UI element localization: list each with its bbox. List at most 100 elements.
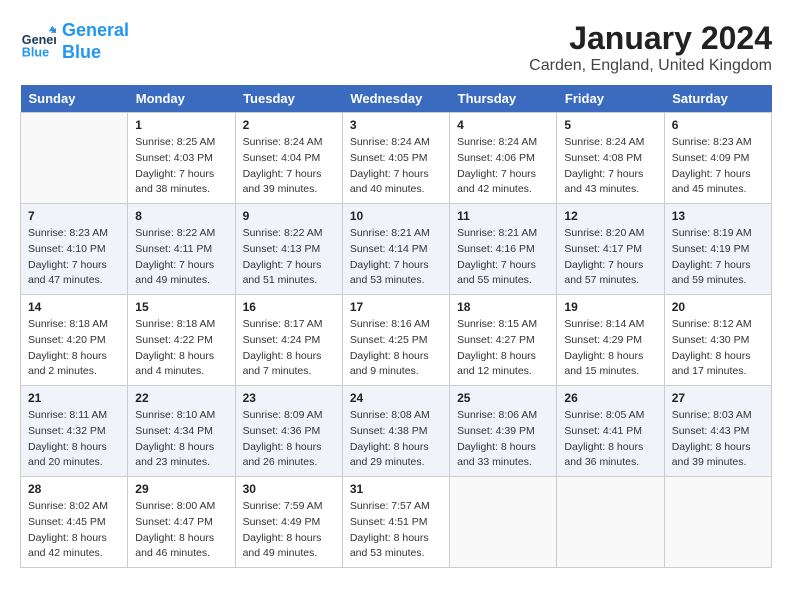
calendar-cell: 4Sunrise: 8:24 AMSunset: 4:06 PMDaylight… xyxy=(450,113,557,204)
calendar-cell: 12 Sunrise: 8:20 AMSunset: 4:17 PMDayligh… xyxy=(557,204,664,295)
day-info: Sunrise: 8:08 AMSunset: 4:38 PMDaylight:… xyxy=(350,408,442,471)
logo: General Blue General Blue xyxy=(20,20,129,63)
day-number: 14 xyxy=(28,300,120,314)
calendar-cell: 2 Sunrise: 8:24 AMSunset: 4:04 PMDaylight… xyxy=(235,113,342,204)
weekday-header-monday: Monday xyxy=(128,85,235,113)
day-info: Sunrise: 8:02 AMSunset: 4:45 PMDaylight:… xyxy=(28,499,120,562)
day-number: 13 xyxy=(672,209,764,223)
day-number: 21 xyxy=(28,391,120,405)
day-number: 9 xyxy=(243,209,335,223)
calendar-week-row: 14 Sunrise: 8:18 AMSunset: 4:20 PMDayligh… xyxy=(21,295,772,386)
calendar-cell: 11 Sunrise: 8:21 AMSunset: 4:16 PMDayligh… xyxy=(450,204,557,295)
day-info: Sunrise: 8:19 AMSunset: 4:19 PMDaylight:… xyxy=(672,226,764,289)
logo-text: General xyxy=(62,20,129,42)
day-info: Sunrise: 8:14 AMSunset: 4:29 PMDaylight:… xyxy=(564,317,656,380)
calendar-cell: 10 Sunrise: 8:21 AMSunset: 4:14 PMDayligh… xyxy=(342,204,449,295)
day-number: 5 xyxy=(564,118,656,132)
day-info: Sunrise: 8:24 AMSunset: 4:04 PMDaylight:… xyxy=(243,135,335,198)
calendar-cell xyxy=(21,113,128,204)
weekday-header-saturday: Saturday xyxy=(664,85,771,113)
calendar-cell: 6Sunrise: 8:23 AMSunset: 4:09 PMDaylight… xyxy=(664,113,771,204)
day-info: Sunrise: 8:12 AMSunset: 4:30 PMDaylight:… xyxy=(672,317,764,380)
svg-text:Blue: Blue xyxy=(22,45,49,59)
calendar-cell: 7Sunrise: 8:23 AMSunset: 4:10 PMDaylight… xyxy=(21,204,128,295)
calendar-cell: 26 Sunrise: 8:05 AMSunset: 4:41 PMDayligh… xyxy=(557,386,664,477)
day-number: 20 xyxy=(672,300,764,314)
day-info: Sunrise: 8:22 AMSunset: 4:11 PMDaylight:… xyxy=(135,226,227,289)
day-info: Sunrise: 8:03 AMSunset: 4:43 PMDaylight:… xyxy=(672,408,764,471)
weekday-header-wednesday: Wednesday xyxy=(342,85,449,113)
calendar-cell: 28 Sunrise: 8:02 AMSunset: 4:45 PMDayligh… xyxy=(21,477,128,568)
day-info: Sunrise: 8:05 AMSunset: 4:41 PMDaylight:… xyxy=(564,408,656,471)
location-title: Carden, England, United Kingdom xyxy=(529,57,772,75)
day-number: 11 xyxy=(457,209,549,223)
calendar-cell: 5 Sunrise: 8:24 AMSunset: 4:08 PMDaylight… xyxy=(557,113,664,204)
day-number: 3 xyxy=(350,118,442,132)
day-number: 2 xyxy=(243,118,335,132)
day-info: Sunrise: 8:23 AMSunset: 4:09 PMDaylight:… xyxy=(672,135,764,198)
weekday-header-thursday: Thursday xyxy=(450,85,557,113)
header: General Blue General Blue January 2024 C… xyxy=(20,20,772,75)
day-info: Sunrise: 8:18 AMSunset: 4:22 PMDaylight:… xyxy=(135,317,227,380)
day-info: Sunrise: 8:09 AMSunset: 4:36 PMDaylight:… xyxy=(243,408,335,471)
calendar-cell xyxy=(450,477,557,568)
calendar-cell xyxy=(557,477,664,568)
day-info: Sunrise: 8:16 AMSunset: 4:25 PMDaylight:… xyxy=(350,317,442,380)
calendar-cell: 21 Sunrise: 8:11 AMSunset: 4:32 PMDayligh… xyxy=(21,386,128,477)
calendar-cell: 25 Sunrise: 8:06 AMSunset: 4:39 PMDayligh… xyxy=(450,386,557,477)
day-info: Sunrise: 8:06 AMSunset: 4:39 PMDaylight:… xyxy=(457,408,549,471)
day-info: Sunrise: 8:21 AMSunset: 4:16 PMDaylight:… xyxy=(457,226,549,289)
day-info: Sunrise: 8:24 AMSunset: 4:08 PMDaylight:… xyxy=(564,135,656,198)
calendar-cell: 17Sunrise: 8:16 AMSunset: 4:25 PMDayligh… xyxy=(342,295,449,386)
day-number: 10 xyxy=(350,209,442,223)
calendar-week-row: 7Sunrise: 8:23 AMSunset: 4:10 PMDaylight… xyxy=(21,204,772,295)
calendar-cell: 31 Sunrise: 7:57 AMSunset: 4:51 PMDayligh… xyxy=(342,477,449,568)
calendar-cell: 20 Sunrise: 8:12 AMSunset: 4:30 PMDayligh… xyxy=(664,295,771,386)
calendar-cell: 15 Sunrise: 8:18 AMSunset: 4:22 PMDayligh… xyxy=(128,295,235,386)
day-info: Sunrise: 8:20 AMSunset: 4:17 PMDaylight:… xyxy=(564,226,656,289)
day-number: 1 xyxy=(135,118,227,132)
day-number: 4 xyxy=(457,118,549,132)
month-title: January 2024 xyxy=(529,20,772,57)
day-info: Sunrise: 8:17 AMSunset: 4:24 PMDaylight:… xyxy=(243,317,335,380)
day-info: Sunrise: 8:18 AMSunset: 4:20 PMDaylight:… xyxy=(28,317,120,380)
logo-subtext: Blue xyxy=(62,42,129,64)
calendar-week-row: 21 Sunrise: 8:11 AMSunset: 4:32 PMDayligh… xyxy=(21,386,772,477)
day-number: 12 xyxy=(564,209,656,223)
calendar-cell: 8 Sunrise: 8:22 AMSunset: 4:11 PMDaylight… xyxy=(128,204,235,295)
calendar-table: SundayMondayTuesdayWednesdayThursdayFrid… xyxy=(20,85,772,568)
day-number: 7 xyxy=(28,209,120,223)
calendar-cell: 24Sunrise: 8:08 AMSunset: 4:38 PMDayligh… xyxy=(342,386,449,477)
day-number: 28 xyxy=(28,482,120,496)
day-info: Sunrise: 8:21 AMSunset: 4:14 PMDaylight:… xyxy=(350,226,442,289)
calendar-cell: 9 Sunrise: 8:22 AMSunset: 4:13 PMDaylight… xyxy=(235,204,342,295)
day-number: 30 xyxy=(243,482,335,496)
day-info: Sunrise: 8:24 AMSunset: 4:05 PMDaylight:… xyxy=(350,135,442,198)
calendar-cell: 13 Sunrise: 8:19 AMSunset: 4:19 PMDayligh… xyxy=(664,204,771,295)
calendar-cell: 18Sunrise: 8:15 AMSunset: 4:27 PMDayligh… xyxy=(450,295,557,386)
day-number: 31 xyxy=(350,482,442,496)
calendar-cell: 29Sunrise: 8:00 AMSunset: 4:47 PMDayligh… xyxy=(128,477,235,568)
calendar-week-row: 28 Sunrise: 8:02 AMSunset: 4:45 PMDayligh… xyxy=(21,477,772,568)
calendar-cell: 23Sunrise: 8:09 AMSunset: 4:36 PMDayligh… xyxy=(235,386,342,477)
calendar-cell: 30Sunrise: 7:59 AMSunset: 4:49 PMDayligh… xyxy=(235,477,342,568)
day-info: Sunrise: 7:57 AMSunset: 4:51 PMDaylight:… xyxy=(350,499,442,562)
weekday-header-row: SundayMondayTuesdayWednesdayThursdayFrid… xyxy=(21,85,772,113)
calendar-cell xyxy=(664,477,771,568)
day-number: 29 xyxy=(135,482,227,496)
calendar-cell: 3 Sunrise: 8:24 AMSunset: 4:05 PMDaylight… xyxy=(342,113,449,204)
calendar-cell: 16Sunrise: 8:17 AMSunset: 4:24 PMDayligh… xyxy=(235,295,342,386)
day-info: Sunrise: 8:22 AMSunset: 4:13 PMDaylight:… xyxy=(243,226,335,289)
day-info: Sunrise: 8:10 AMSunset: 4:34 PMDaylight:… xyxy=(135,408,227,471)
day-number: 8 xyxy=(135,209,227,223)
day-number: 25 xyxy=(457,391,549,405)
calendar-cell: 27Sunrise: 8:03 AMSunset: 4:43 PMDayligh… xyxy=(664,386,771,477)
day-info: Sunrise: 8:11 AMSunset: 4:32 PMDaylight:… xyxy=(28,408,120,471)
weekday-header-friday: Friday xyxy=(557,85,664,113)
day-number: 26 xyxy=(564,391,656,405)
calendar-week-row: 1 Sunrise: 8:25 AMSunset: 4:03 PMDaylight… xyxy=(21,113,772,204)
day-info: Sunrise: 8:25 AMSunset: 4:03 PMDaylight:… xyxy=(135,135,227,198)
day-number: 15 xyxy=(135,300,227,314)
calendar-cell: 14 Sunrise: 8:18 AMSunset: 4:20 PMDayligh… xyxy=(21,295,128,386)
day-number: 19 xyxy=(564,300,656,314)
